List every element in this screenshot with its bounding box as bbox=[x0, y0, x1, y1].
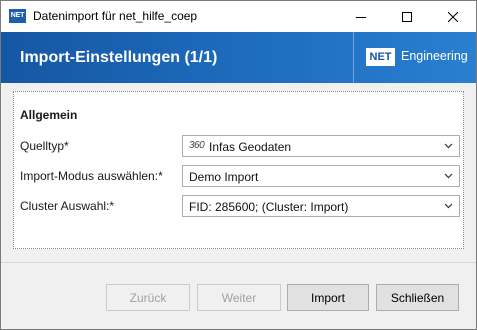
source-type-value: Infas Geodaten bbox=[209, 140, 292, 154]
app-logo-icon: NET bbox=[9, 9, 26, 23]
minimize-button[interactable] bbox=[338, 1, 384, 32]
close-window-button[interactable] bbox=[430, 1, 476, 32]
import-button[interactable]: Import bbox=[287, 284, 369, 311]
close-icon bbox=[448, 11, 458, 22]
chevron-down-icon bbox=[444, 203, 453, 209]
dialog-window: NET Datenimport für net_hilfe_coep Impor… bbox=[0, 0, 477, 330]
brand-logo: NET bbox=[366, 48, 395, 66]
import-mode-select[interactable]: Demo Import bbox=[182, 165, 460, 187]
back-button[interactable]: Zurück bbox=[106, 284, 190, 311]
source-type-select[interactable]: 360 Infas Geodaten bbox=[182, 135, 460, 157]
import-mode-value: Demo Import bbox=[189, 170, 259, 184]
cluster-select[interactable]: FID: 285600; (Cluster: Import) bbox=[182, 195, 460, 217]
banner-divider bbox=[353, 32, 354, 83]
close-button[interactable]: Schließen bbox=[376, 284, 459, 311]
brand-name: Engineering bbox=[401, 49, 468, 63]
header-banner: Import-Einstellungen (1/1) NET Engineeri… bbox=[1, 32, 476, 83]
general-settings-group: Allgemein Quelltyp* 360 Infas Geodaten I… bbox=[13, 91, 464, 249]
next-button[interactable]: Weiter bbox=[197, 284, 281, 311]
cluster-label: Cluster Auswahl:* bbox=[20, 199, 115, 213]
maximize-icon bbox=[402, 11, 412, 22]
page-title: Import-Einstellungen (1/1) bbox=[20, 49, 218, 66]
geodata-360-icon: 360 bbox=[189, 140, 205, 151]
title-bar: NET Datenimport für net_hilfe_coep bbox=[1, 1, 476, 32]
import-mode-label: Import-Modus auswählen:* bbox=[20, 169, 163, 183]
minimize-icon bbox=[356, 16, 366, 18]
chevron-down-icon bbox=[444, 173, 453, 179]
window-title: Datenimport für net_hilfe_coep bbox=[33, 9, 198, 23]
group-title: Allgemein bbox=[20, 108, 78, 122]
maximize-button[interactable] bbox=[384, 1, 430, 32]
footer-divider bbox=[1, 262, 476, 263]
source-type-label: Quelltyp* bbox=[20, 139, 69, 153]
cluster-value: FID: 285600; (Cluster: Import) bbox=[189, 200, 349, 214]
chevron-down-icon bbox=[444, 143, 453, 149]
